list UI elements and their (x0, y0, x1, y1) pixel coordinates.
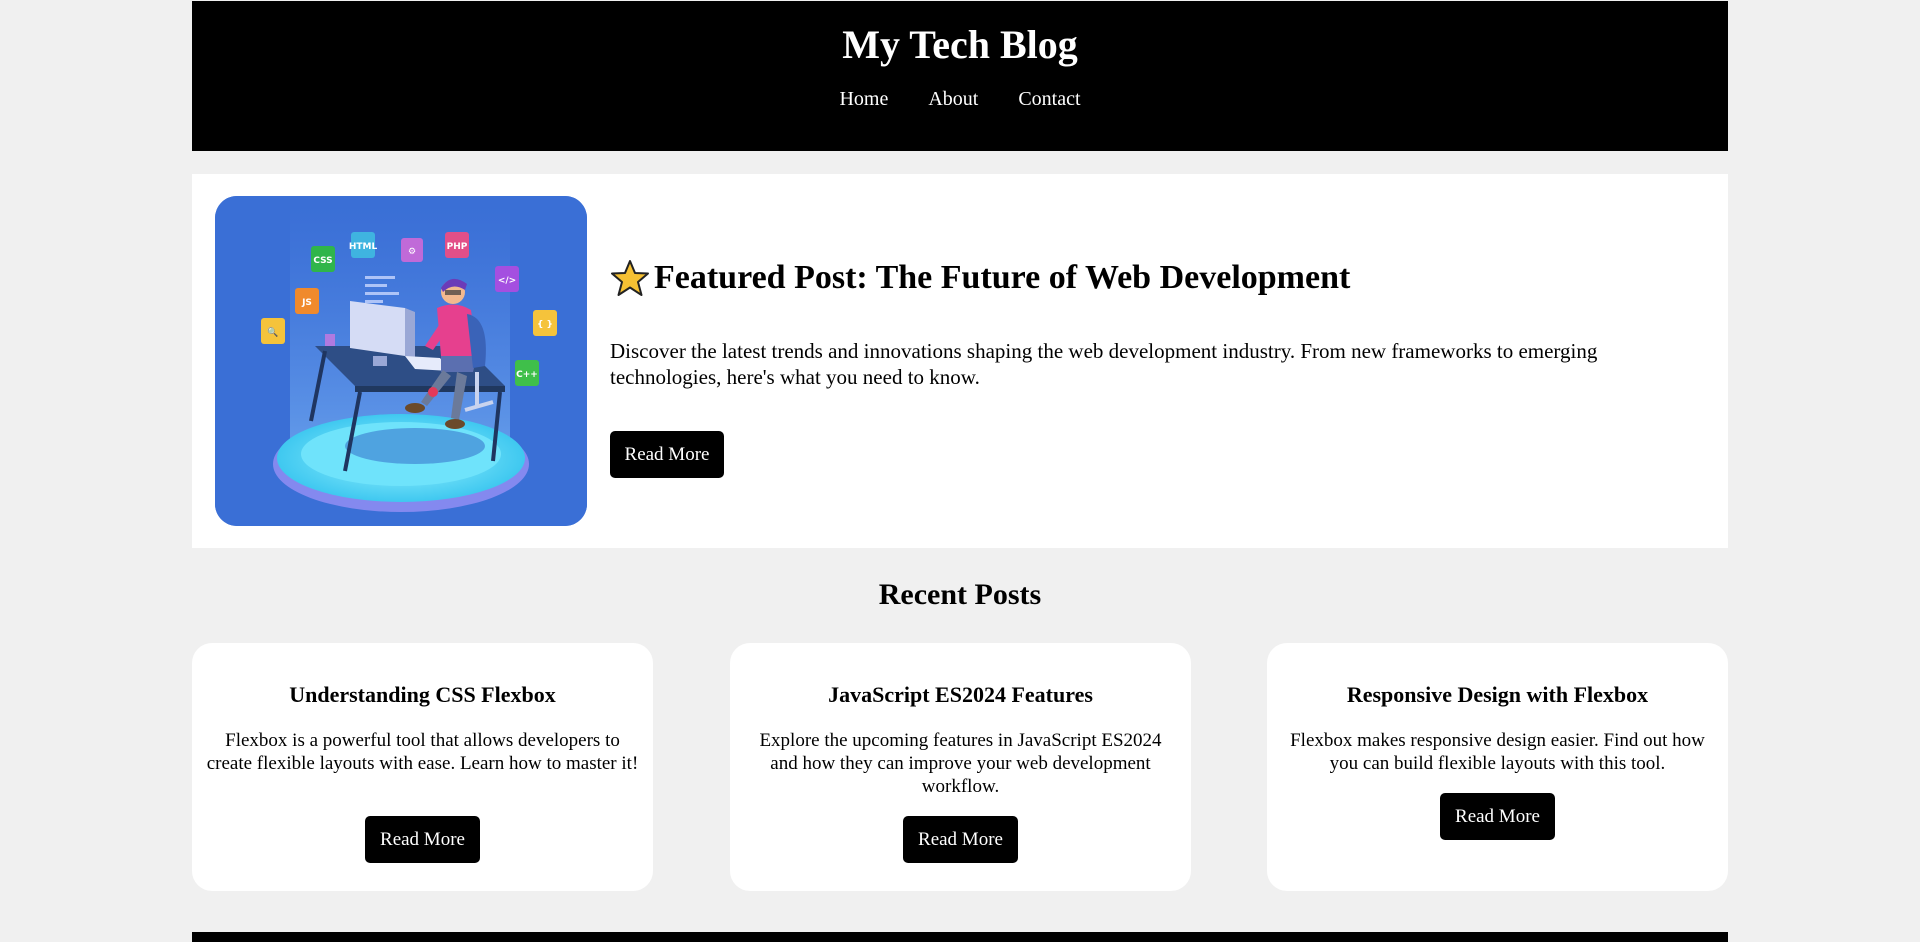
featured-read-more-button[interactable]: Read More (610, 431, 724, 478)
post-read-more-button[interactable]: Read More (365, 816, 480, 863)
main-nav: Home About Contact (192, 87, 1728, 111)
svg-text:PHP: PHP (447, 242, 468, 252)
featured-title-row: Featured Post: The Future of Web Develop… (610, 258, 1610, 298)
post-title: Responsive Design with Flexbox (1346, 682, 1649, 707)
post-card: Responsive Design with Flexbox Flexbox m… (1267, 643, 1728, 891)
developer-illustration: CSS HTML ⚙ PHP </> JS 🔍 { } C++ (215, 196, 587, 526)
recent-posts-heading: Recent Posts (878, 578, 1042, 611)
post-excerpt: Flexbox makes responsive design easier. … (1290, 730, 1705, 774)
featured-description: Discover the latest trends and innovatio… (610, 339, 1598, 389)
featured-image: CSS HTML ⚙ PHP </> JS 🔍 { } C++ (215, 196, 587, 526)
post-title: Understanding CSS Flexbox (289, 682, 556, 707)
site-footer (192, 932, 1728, 942)
post-card: Understanding CSS Flexbox Flexbox is a p… (192, 643, 653, 891)
featured-title: Featured Post: The Future of Web Develop… (654, 259, 1351, 296)
svg-text:C++: C++ (516, 370, 538, 380)
featured-text: Featured Post: The Future of Web Develop… (610, 258, 1610, 390)
post-excerpt: Flexbox is a powerful tool that allows d… (206, 730, 639, 774)
svg-text:JS: JS (301, 298, 312, 308)
site-header: My Tech Blog Home About Contact (192, 1, 1728, 151)
nav-link-contact[interactable]: Contact (1018, 87, 1080, 111)
nav-link-home[interactable]: Home (839, 87, 888, 111)
site-title: My Tech Blog (842, 22, 1078, 67)
post-read-more-button[interactable]: Read More (1440, 793, 1555, 840)
post-read-more-button[interactable]: Read More (903, 816, 1018, 863)
svg-text:⚙: ⚙ (408, 247, 416, 257)
star-icon (611, 260, 649, 296)
svg-text:🔍: 🔍 (267, 326, 278, 338)
post-excerpt: Explore the upcoming features in JavaScr… (759, 730, 1162, 797)
post-title: JavaScript ES2024 Features (828, 682, 1093, 707)
post-card: JavaScript ES2024 Features Explore the u… (730, 643, 1191, 891)
svg-text:{ }: { } (537, 320, 553, 330)
svg-text:</>: </> (498, 276, 516, 286)
nav-link-about[interactable]: About (928, 87, 978, 111)
featured-post: CSS HTML ⚙ PHP </> JS 🔍 { } C++ Featured… (192, 174, 1728, 548)
svg-text:HTML: HTML (349, 242, 378, 252)
svg-text:CSS: CSS (313, 256, 332, 266)
